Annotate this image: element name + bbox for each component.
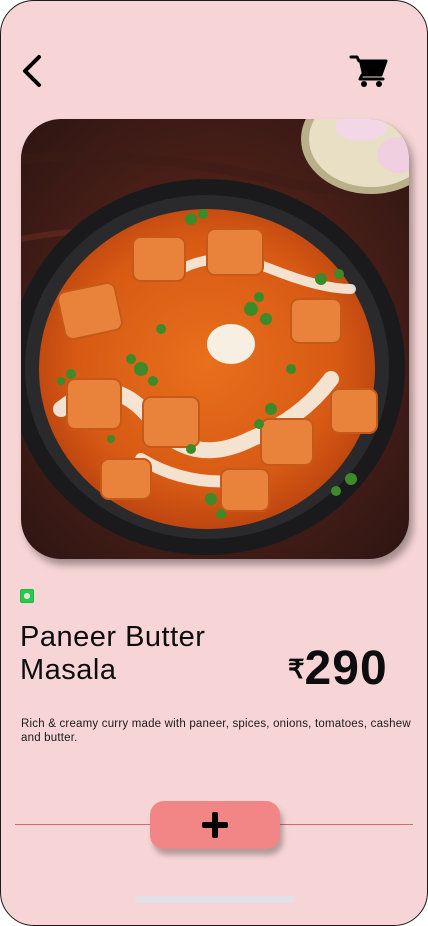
price: ₹290 <box>288 641 408 695</box>
cart-button[interactable] <box>349 53 389 89</box>
currency-symbol: ₹ <box>288 654 305 684</box>
dish-description: Rich & creamy curry made with paneer, sp… <box>21 718 411 744</box>
chevron-left-icon <box>23 55 41 87</box>
home-indicator <box>135 896 295 903</box>
phone-frame: Paneer Butter Masala ₹290 Rich & creamy … <box>0 0 428 926</box>
cart-icon <box>349 55 388 87</box>
plus-icon <box>202 812 228 838</box>
price-amount: 290 <box>304 642 388 695</box>
add-to-cart-button[interactable] <box>150 801 280 849</box>
dish-image <box>21 119 409 559</box>
dish-name: Paneer Butter Masala <box>20 621 206 686</box>
back-button[interactable] <box>17 51 53 91</box>
dish-photo <box>21 119 409 559</box>
veg-dot-icon <box>20 589 34 603</box>
